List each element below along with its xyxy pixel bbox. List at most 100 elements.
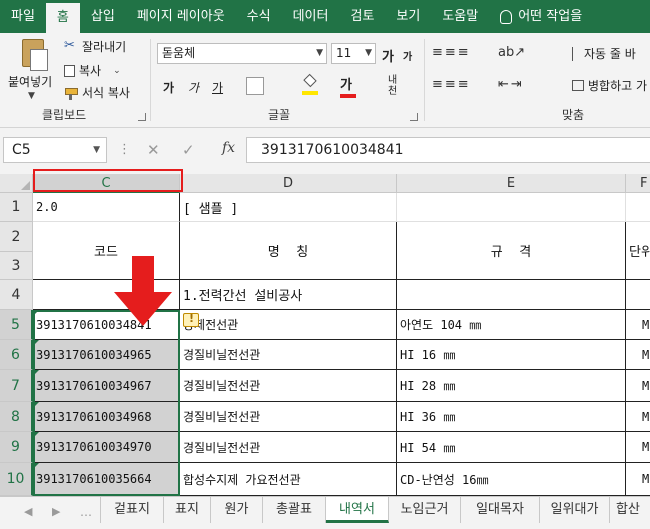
sheet-scroll-right-icon[interactable]: ▶: [52, 505, 60, 518]
sheet-tab-daily[interactable]: 일대목자: [461, 497, 540, 523]
column-header-d[interactable]: D: [180, 174, 397, 193]
borders-icon[interactable]: [246, 77, 264, 95]
column-header-e[interactable]: E: [397, 174, 626, 193]
tab-view[interactable]: 보기: [385, 0, 431, 33]
cell-d2-header[interactable]: 명 칭: [180, 222, 397, 280]
cell-e2-header[interactable]: 규 격: [397, 222, 626, 280]
enter-icon[interactable]: ✓: [182, 141, 195, 159]
cell-f10[interactable]: M: [626, 463, 650, 496]
select-all-button[interactable]: [0, 174, 33, 193]
sheet-tab-details[interactable]: 내역서: [326, 497, 389, 523]
tab-insert[interactable]: 삽입: [80, 0, 126, 33]
phonetic-button[interactable]: 내천: [388, 75, 402, 97]
insert-function-button[interactable]: fx: [222, 140, 235, 156]
row-header-3[interactable]: 3: [0, 252, 33, 280]
sheet-tab-summary[interactable]: 총괄표: [263, 497, 326, 523]
cell-d6[interactable]: 경질비닐전선관: [180, 340, 397, 370]
row-header-6[interactable]: 6: [0, 340, 33, 370]
shrink-font-button[interactable]: 가: [403, 48, 412, 63]
tab-review[interactable]: 검토: [339, 0, 385, 33]
row-header-1[interactable]: 1: [0, 193, 33, 222]
name-box[interactable]: C5 ▼: [3, 137, 107, 163]
clipboard-launcher-icon[interactable]: [138, 113, 146, 121]
indent-icons[interactable]: ⇤⇥: [498, 77, 524, 92]
sheet-more-icon[interactable]: …: [80, 505, 92, 519]
cell-d8[interactable]: 경질비닐전선관: [180, 402, 397, 432]
cell-c2-header[interactable]: 코드: [33, 222, 180, 280]
tell-me-box[interactable]: 어떤 작업을: [489, 0, 593, 33]
sheet-tab-cost[interactable]: 원가: [211, 497, 263, 523]
sheet-tab-cover[interactable]: 겉표지: [100, 497, 164, 523]
sheet-tab-total[interactable]: 합산: [610, 497, 650, 523]
cell-d5[interactable]: 강제전선관: [180, 310, 397, 340]
row-header-7[interactable]: 7: [0, 370, 33, 402]
cell-d7[interactable]: 경질비닐전선관: [180, 370, 397, 402]
cancel-icon[interactable]: ✕: [147, 141, 160, 159]
error-warning-icon[interactable]: [183, 312, 199, 327]
tab-file[interactable]: 파일: [0, 0, 46, 33]
cell-f6[interactable]: M: [626, 340, 650, 370]
cell-e10[interactable]: CD-난연성 16㎜: [397, 463, 626, 496]
format-painter-button[interactable]: 서식 복사: [64, 84, 130, 101]
column-header-c[interactable]: C: [33, 174, 180, 193]
copy-button[interactable]: 복사 ⌄: [64, 62, 121, 79]
fill-color-icon[interactable]: [302, 73, 318, 95]
cell-f8[interactable]: M: [626, 402, 650, 432]
sheet-tab-wage-basis[interactable]: 노임근거: [389, 497, 461, 523]
tab-help[interactable]: 도움말: [431, 0, 489, 33]
cell-f9[interactable]: M: [626, 432, 650, 463]
cell-c6[interactable]: 3913170610034965: [33, 340, 180, 370]
tab-formulas[interactable]: 수식: [236, 0, 282, 33]
cell-e1[interactable]: [397, 193, 626, 222]
cell-f4[interactable]: [626, 280, 650, 310]
cut-button[interactable]: 잘라내기: [64, 38, 126, 55]
cell-c7[interactable]: 3913170610034967: [33, 370, 180, 402]
font-color-button[interactable]: 가: [340, 74, 356, 98]
cell-c8[interactable]: 3913170610034968: [33, 402, 180, 432]
cell-c10[interactable]: 3913170610035664: [33, 463, 180, 496]
orientation-icon[interactable]: ab↗: [498, 45, 525, 60]
align-top-icons[interactable]: ≡≡≡: [432, 45, 471, 60]
worksheet-grid[interactable]: C D E F 1 2 3 4 5 6 7 8 9 10 2.0 [ 샘플 ] …: [0, 174, 650, 496]
cell-c4[interactable]: [33, 280, 180, 310]
cell-c5[interactable]: 3913170610034841: [33, 310, 180, 340]
cell-c9[interactable]: 3913170610034970: [33, 432, 180, 463]
row-header-5[interactable]: 5: [0, 310, 33, 340]
font-name-select[interactable]: 돋움체 ▼: [157, 43, 327, 64]
cell-f1[interactable]: [626, 193, 650, 222]
font-size-select[interactable]: 11 ▼: [331, 43, 376, 64]
cell-f5[interactable]: M: [626, 310, 650, 340]
cell-e9[interactable]: HI 54 ㎜: [397, 432, 626, 463]
cell-e5[interactable]: 아연도 104 ㎜: [397, 310, 626, 340]
cell-e8[interactable]: HI 36 ㎜: [397, 402, 626, 432]
row-header-9[interactable]: 9: [0, 432, 33, 463]
column-header-f[interactable]: F: [626, 174, 650, 193]
tab-home[interactable]: 홈: [45, 3, 80, 33]
sheet-tab-unit-price[interactable]: 일위대가: [540, 497, 610, 523]
cell-d1[interactable]: [ 샘플 ]: [180, 193, 397, 222]
sheet-scroll-left-icon[interactable]: ◀: [24, 505, 32, 518]
cell-d4[interactable]: 1.전력간선 설비공사: [180, 280, 397, 310]
underline-button[interactable]: 가: [212, 79, 223, 96]
italic-button[interactable]: 가: [188, 79, 199, 96]
cell-f7[interactable]: M: [626, 370, 650, 402]
cell-e4[interactable]: [397, 280, 626, 310]
cell-c1[interactable]: 2.0: [33, 193, 180, 222]
tab-page-layout[interactable]: 페이지 레이아웃: [126, 0, 236, 33]
font-launcher-icon[interactable]: [410, 113, 418, 121]
wrap-text-button[interactable]: 자동 줄 바: [572, 45, 636, 62]
row-header-10[interactable]: 10: [0, 463, 33, 496]
row-header-4[interactable]: 4: [0, 280, 33, 310]
cell-e7[interactable]: HI 28 ㎜: [397, 370, 626, 402]
row-header-2[interactable]: 2: [0, 222, 33, 252]
sheet-tab-title[interactable]: 표지: [164, 497, 211, 523]
cell-e6[interactable]: HI 16 ㎜: [397, 340, 626, 370]
tab-data[interactable]: 데이터: [282, 0, 340, 33]
merge-button[interactable]: 병합하고 가: [572, 77, 647, 94]
cell-d10[interactable]: 합성수지제 가요전선관: [180, 463, 397, 496]
grow-font-button[interactable]: 가: [382, 46, 394, 65]
cell-d9[interactable]: 경질비닐전선관: [180, 432, 397, 463]
cell-f2-header[interactable]: 단위: [626, 222, 650, 280]
row-header-8[interactable]: 8: [0, 402, 33, 432]
formula-input[interactable]: 3913170610034841: [246, 137, 650, 163]
